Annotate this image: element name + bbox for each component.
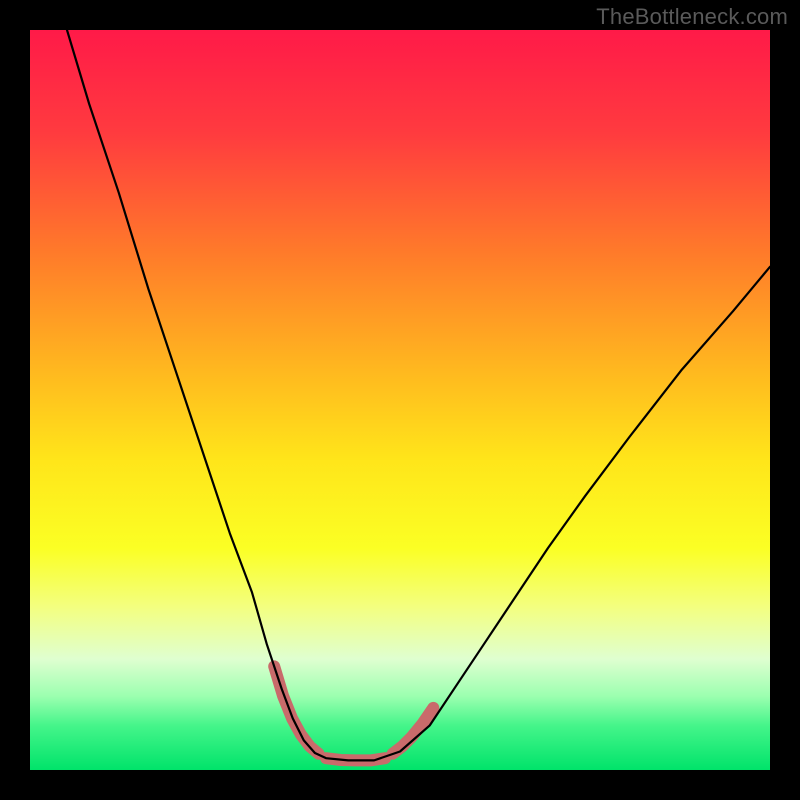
chart-frame: TheBottleneck.com [0, 0, 800, 800]
plot-area [30, 30, 770, 770]
watermark-label: TheBottleneck.com [596, 4, 788, 30]
bottleneck-chart [30, 30, 770, 770]
